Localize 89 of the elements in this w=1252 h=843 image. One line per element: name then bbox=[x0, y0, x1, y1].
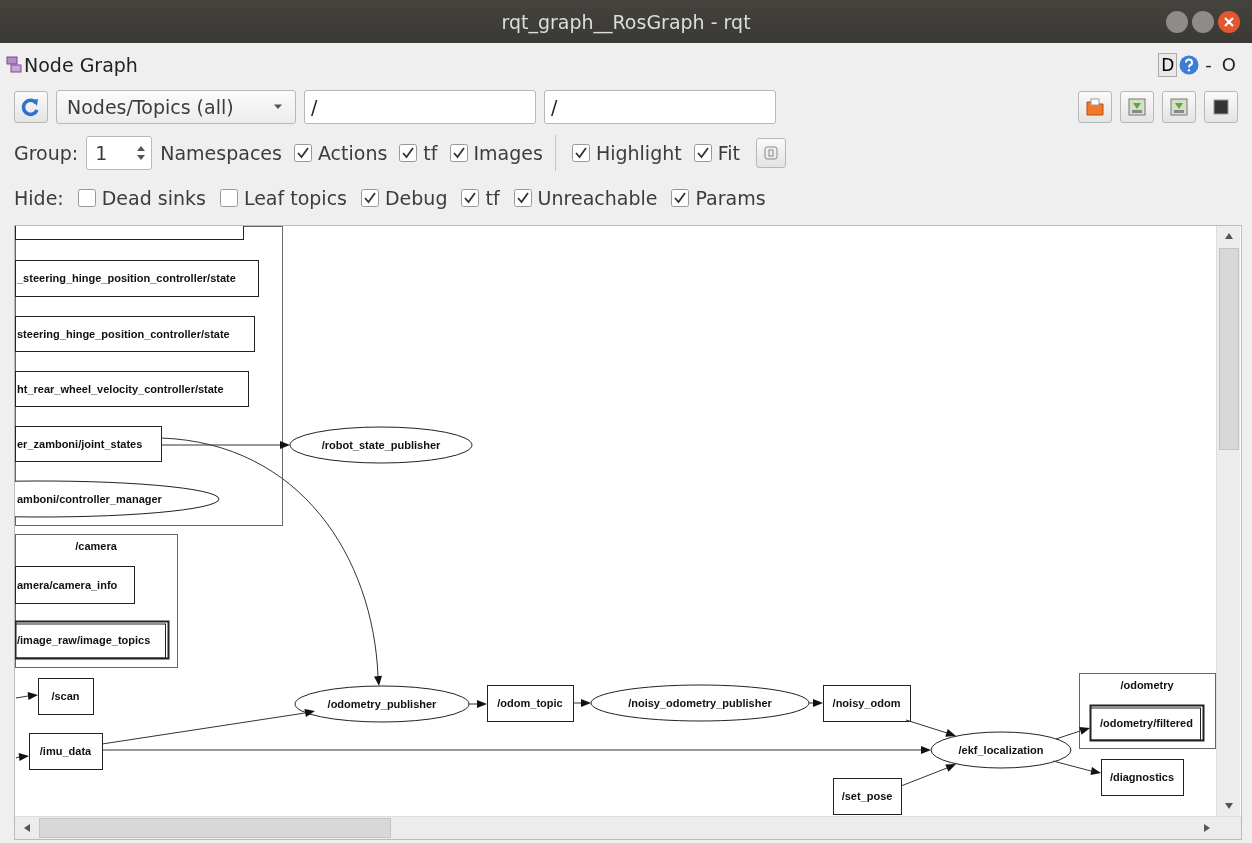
edge-arrow bbox=[15, 692, 38, 700]
node-filter-field[interactable]: / bbox=[304, 90, 536, 125]
edge-arrow bbox=[900, 764, 956, 787]
ros-node[interactable]: amboni/controller_manager bbox=[15, 480, 220, 518]
topic-filter-field[interactable]: / bbox=[544, 90, 776, 125]
graph-icon bbox=[6, 55, 22, 74]
checkbox-label: tf bbox=[423, 142, 438, 165]
checkbox[interactable] bbox=[671, 188, 690, 207]
checkbox[interactable] bbox=[513, 188, 532, 207]
group-label: Group: bbox=[14, 142, 79, 165]
topic-node[interactable]: /diagnostics bbox=[1101, 759, 1184, 796]
checkbox[interactable] bbox=[399, 144, 418, 163]
scroll-up-icon[interactable] bbox=[1223, 232, 1234, 240]
save-icon bbox=[1169, 97, 1189, 118]
hide-label: Hide: bbox=[14, 186, 64, 209]
ros-node[interactable]: /odometry_publisher bbox=[294, 685, 470, 723]
scroll-right-icon[interactable] bbox=[1203, 823, 1211, 833]
screenshot-button[interactable] bbox=[1204, 91, 1238, 124]
dock-control[interactable]: O bbox=[1217, 54, 1240, 76]
ros-node[interactable]: /ekf_localization bbox=[930, 731, 1072, 769]
vertical-scrollbar[interactable] bbox=[1216, 226, 1240, 816]
save-image-button[interactable] bbox=[1162, 91, 1196, 124]
topic-node[interactable]: /scan bbox=[38, 678, 94, 715]
close-icon bbox=[1222, 15, 1236, 29]
checkbox-label: Highlight bbox=[595, 142, 682, 165]
checkbox[interactable] bbox=[361, 188, 379, 207]
square-icon bbox=[1211, 97, 1231, 118]
checkbox[interactable] bbox=[219, 188, 238, 207]
checkbox-label: Params bbox=[695, 186, 766, 209]
checkbox-label: Images bbox=[473, 142, 543, 165]
horizontal-scrollbar[interactable] bbox=[15, 816, 1241, 839]
checkbox[interactable] bbox=[693, 144, 712, 163]
save-icon bbox=[1127, 97, 1147, 118]
help-icon[interactable] bbox=[1179, 54, 1200, 75]
filter-dropdown[interactable]: Nodes/Topics (all) bbox=[56, 90, 296, 125]
refresh-button[interactable] bbox=[14, 91, 48, 124]
topic-node[interactable]: ht_rear_wheel_velocity_controller/state bbox=[15, 371, 249, 407]
refresh-icon bbox=[21, 97, 41, 118]
edge-arrow bbox=[1052, 760, 1101, 775]
load-button[interactable] bbox=[1078, 91, 1112, 124]
dock-button[interactable]: D bbox=[1158, 52, 1178, 77]
scroll-thumb[interactable] bbox=[1218, 248, 1239, 450]
folder-icon bbox=[1085, 97, 1105, 118]
topic-node[interactable]: /odom_topic bbox=[487, 685, 574, 722]
scroll-down-icon[interactable] bbox=[1223, 802, 1234, 810]
window-title: rqt_graph__RosGraph - rqt bbox=[501, 10, 751, 33]
checkbox-label: Unreachable bbox=[537, 186, 658, 209]
topic-node[interactable]: /set_pose bbox=[833, 778, 902, 815]
edge-arrow bbox=[1055, 727, 1090, 740]
ros-node[interactable]: /noisy_odometry_publisher bbox=[590, 684, 810, 722]
checkbox[interactable] bbox=[77, 188, 96, 207]
close-button[interactable] bbox=[1218, 11, 1240, 33]
checkbox[interactable] bbox=[571, 144, 590, 163]
edge-arrow bbox=[15, 753, 29, 761]
checkbox[interactable] bbox=[461, 188, 480, 207]
namespaces-label: Namespaces bbox=[160, 142, 282, 165]
dock-control[interactable]: - bbox=[1201, 54, 1216, 76]
topic-node[interactable]: /imu_data bbox=[29, 733, 103, 770]
checkbox-label: Debug bbox=[385, 186, 448, 209]
checkbox-label: tf bbox=[485, 186, 500, 209]
minimize-button[interactable] bbox=[1166, 11, 1188, 33]
edge-arrow bbox=[808, 699, 823, 707]
topic-node[interactable]: steering_hinge_position_controller/state bbox=[15, 316, 255, 352]
scroll-thumb[interactable] bbox=[39, 818, 391, 838]
topic-node[interactable] bbox=[15, 226, 244, 240]
namespace-label: /camera bbox=[75, 540, 117, 552]
checkbox-label: Leaf topics bbox=[243, 186, 347, 209]
scroll-left-icon[interactable] bbox=[23, 823, 31, 833]
edge-arrow bbox=[468, 700, 487, 708]
checkbox-label: Actions bbox=[317, 142, 388, 165]
group-spinbox[interactable]: 1 bbox=[86, 136, 153, 171]
dropdown-arrow-icon bbox=[273, 104, 283, 111]
checkbox[interactable] bbox=[449, 144, 468, 163]
topic-node[interactable]: _steering_hinge_position_controller/state bbox=[15, 260, 259, 297]
topic-node[interactable]: amera/camera_info bbox=[15, 566, 135, 604]
namespace-label: /odometry bbox=[1120, 679, 1174, 691]
panel-title: Node Graph bbox=[24, 53, 138, 76]
topic-node[interactable]: /odometry/filtered bbox=[1089, 704, 1205, 742]
frame-icon bbox=[763, 146, 778, 161]
checkbox[interactable] bbox=[293, 144, 312, 163]
topic-node[interactable]: er_zamboni/joint_states bbox=[15, 426, 162, 462]
checkbox-label: Dead sinks bbox=[101, 186, 206, 209]
edge-arrow bbox=[905, 719, 956, 737]
topic-node[interactable]: /image_raw/image_topics bbox=[15, 620, 170, 660]
topic-node[interactable]: /noisy_odom bbox=[823, 685, 911, 722]
ros-node[interactable]: /robot_state_publisher bbox=[289, 426, 473, 464]
edge-arrow bbox=[572, 699, 591, 707]
save-dot-button[interactable] bbox=[1120, 91, 1154, 124]
checkbox-label: Fit bbox=[717, 142, 740, 165]
